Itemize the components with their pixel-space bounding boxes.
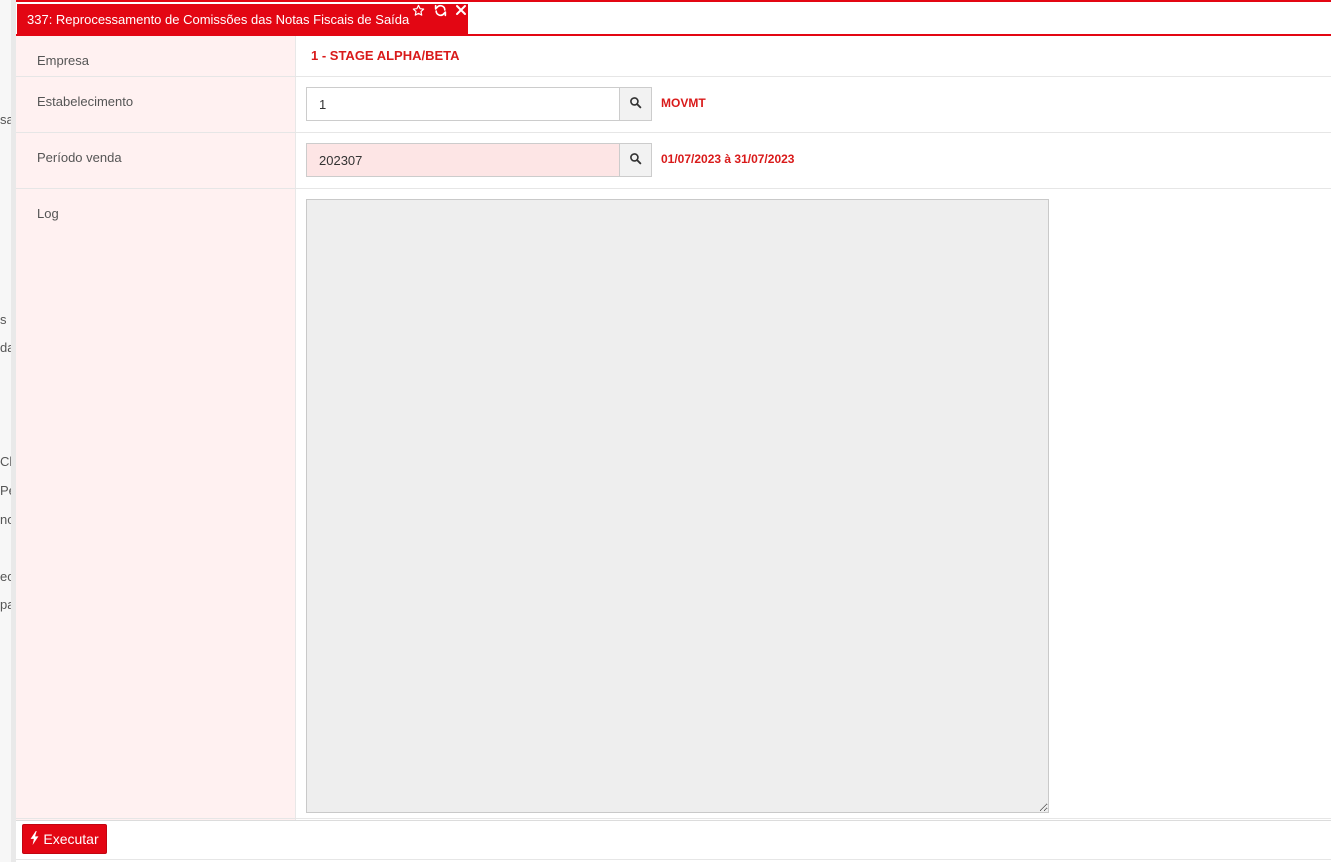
periodo-input[interactable] xyxy=(306,143,619,177)
left-sidebar-strip: sa s da Ch Pe no ec pa xyxy=(0,0,11,862)
tab-icons xyxy=(412,4,472,20)
periodo-input-group xyxy=(306,143,652,177)
row-log: Log xyxy=(16,189,1331,821)
search-icon xyxy=(629,152,642,168)
sidebar-fragment[interactable]: da xyxy=(0,340,11,356)
executar-button[interactable]: Executar xyxy=(22,824,107,854)
periodo-value-cell: 01/07/2023 à 31/07/2023 xyxy=(296,133,1331,188)
periodo-label: Período venda xyxy=(16,133,296,188)
sidebar-fragment[interactable]: s xyxy=(0,312,7,328)
log-label: Log xyxy=(16,189,296,820)
empresa-label: Empresa xyxy=(16,36,296,76)
tab-title: 337: Reprocessamento de Comissões das No… xyxy=(27,12,410,27)
estabelecimento-input[interactable] xyxy=(306,87,619,121)
refresh-icon[interactable] xyxy=(434,4,447,20)
empresa-value-cell: 1 - STAGE ALPHA/BETA xyxy=(296,36,1331,76)
tab-reprocessamento-comissoes[interactable]: 337: Reprocessamento de Comissões das No… xyxy=(17,4,468,34)
form-container: Empresa 1 - STAGE ALPHA/BETA Estabelecim… xyxy=(16,36,1331,821)
periodo-description: 01/07/2023 à 31/07/2023 xyxy=(661,152,795,166)
row-periodo-venda: Período venda 01/07/2023 à 31/07/2023 xyxy=(16,133,1331,189)
periodo-search-button[interactable] xyxy=(619,143,652,177)
top-accent-line xyxy=(16,0,1331,2)
sidebar-fragment[interactable]: Ch xyxy=(0,454,11,470)
footer-divider xyxy=(16,818,1331,819)
bottom-divider xyxy=(16,859,1331,860)
sidebar-fragment[interactable]: sa xyxy=(0,112,11,128)
sidebar-fragment[interactable]: no xyxy=(0,512,11,528)
estabelecimento-input-group xyxy=(306,87,652,121)
sidebar-fragment[interactable]: ec xyxy=(0,569,11,585)
app-root: sa s da Ch Pe no ec pa 337: Reprocessame… xyxy=(0,0,1331,862)
star-outline-icon[interactable] xyxy=(412,4,425,20)
log-value-cell xyxy=(296,189,1331,820)
sidebar-fragment[interactable]: Pe xyxy=(0,483,11,499)
estabelecimento-value-cell: MOVMT xyxy=(296,77,1331,132)
row-estabelecimento: Estabelecimento MOVMT xyxy=(16,77,1331,133)
estabelecimento-label: Estabelecimento xyxy=(16,77,296,132)
estabelecimento-description: MOVMT xyxy=(661,96,706,110)
executar-label: Executar xyxy=(43,831,99,847)
bolt-icon xyxy=(30,830,39,848)
search-icon xyxy=(629,96,642,112)
estabelecimento-search-button[interactable] xyxy=(619,87,652,121)
log-textarea[interactable] xyxy=(306,199,1049,813)
row-empresa: Empresa 1 - STAGE ALPHA/BETA xyxy=(16,36,1331,77)
close-icon[interactable] xyxy=(455,4,467,20)
empresa-value: 1 - STAGE ALPHA/BETA xyxy=(311,48,460,63)
sidebar-fragment[interactable]: pa xyxy=(0,597,11,613)
